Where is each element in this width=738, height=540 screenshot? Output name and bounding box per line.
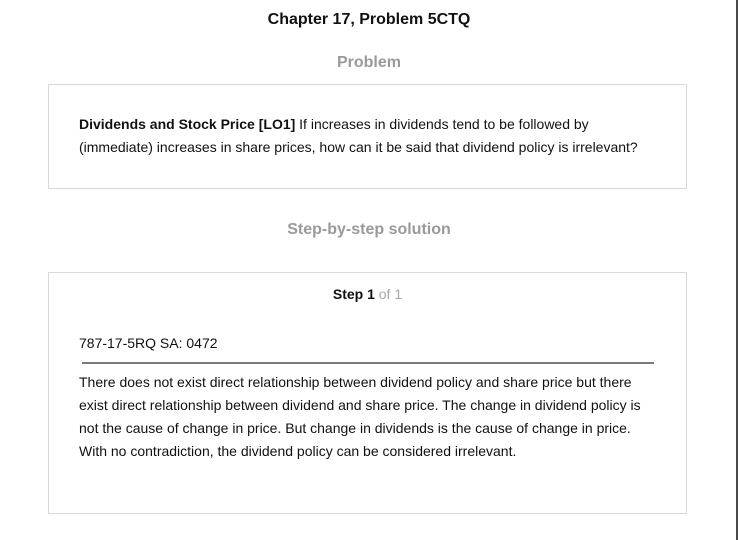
problem-bold-lead: Dividends and Stock Price [LO1] bbox=[79, 116, 296, 132]
step-divider bbox=[82, 362, 654, 364]
solution-heading: Step-by-step solution bbox=[287, 221, 451, 238]
problem-card: Dividends and Stock Price [LO1] If incre… bbox=[48, 84, 687, 189]
problem-heading: Problem bbox=[336, 54, 401, 71]
step-header: Step 1 of 1 bbox=[49, 286, 686, 302]
solution-card: Step 1 of 1 787-17-5RQ SA: 0472 There do… bbox=[48, 272, 687, 514]
page-title: Chapter 17, Problem 5CTQ bbox=[267, 11, 471, 28]
step-solution-text: There does not exist direct relationship… bbox=[79, 374, 641, 459]
step-label: Step 1 bbox=[332, 286, 375, 302]
problem-statement: Dividends and Stock Price [LO1] If incre… bbox=[79, 113, 659, 159]
step-count: of 1 bbox=[374, 286, 403, 302]
step-reference-code: 787-17-5RQ SA: 0472 bbox=[79, 335, 218, 351]
